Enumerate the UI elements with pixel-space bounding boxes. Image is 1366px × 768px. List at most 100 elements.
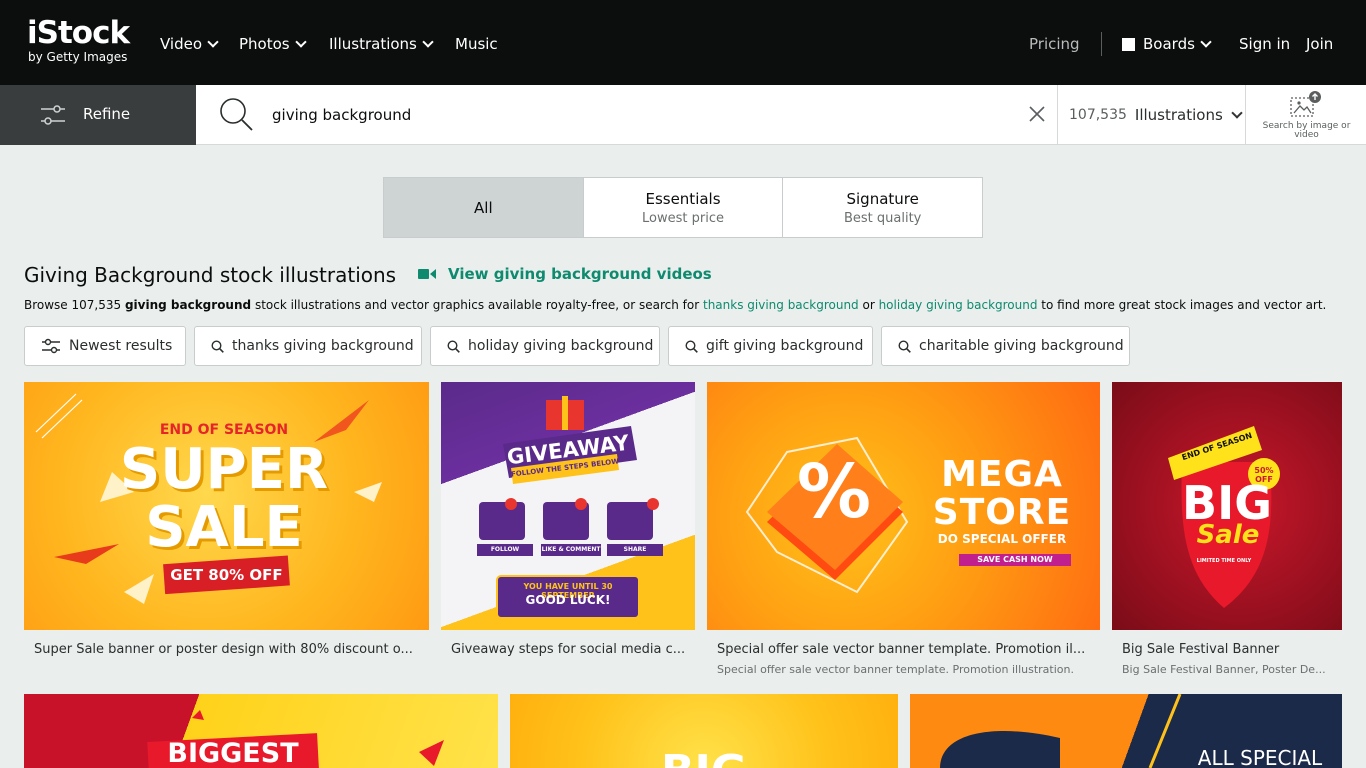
nav-divider bbox=[1101, 32, 1102, 56]
tab-all[interactable]: All bbox=[384, 178, 584, 237]
sort-sliders-icon bbox=[42, 338, 60, 354]
thumbnail-text: FOLLOW bbox=[490, 546, 520, 553]
thumbnail-text: SAVE CASH NOW bbox=[977, 555, 1053, 564]
nav-music-label: Music bbox=[455, 35, 498, 53]
refine-label: Refine bbox=[83, 105, 131, 123]
result-card[interactable]: BIGGEST bbox=[24, 694, 498, 768]
page-title: Giving Background stock illustrations bbox=[24, 263, 397, 287]
thumbnail-text: END OF SEASON bbox=[159, 422, 289, 438]
description-prefix: Browse 107,535 bbox=[24, 298, 125, 312]
boards-icon bbox=[1122, 37, 1135, 51]
thumbnail-text: DO SPECIAL OFFER bbox=[937, 532, 1067, 546]
nav-boards-label: Boards bbox=[1143, 35, 1195, 53]
related-search-link-holiday[interactable]: holiday giving background bbox=[879, 298, 1038, 312]
nav-photos[interactable]: Photos bbox=[239, 33, 307, 55]
thumbnail-text: BIG bbox=[604, 746, 804, 768]
result-caption: Super Sale banner or poster design with … bbox=[34, 642, 413, 657]
sign-in-link[interactable]: Sign in bbox=[1239, 33, 1290, 55]
search-icon bbox=[447, 339, 460, 353]
thumbnail-text: BIGGEST bbox=[167, 738, 299, 768]
search-by-image-label: Search by image or video bbox=[1262, 121, 1351, 140]
result-subcaption: Big Sale Festival Banner, Poster De... bbox=[1122, 663, 1326, 676]
result-caption: Giveaway steps for social media c... bbox=[451, 642, 686, 657]
search-icon bbox=[220, 98, 253, 131]
related-search-chip[interactable]: thanks giving background bbox=[194, 326, 422, 366]
result-thumbnail[interactable]: % MEGA STORE DO SPECIAL OFFER SAVE CASH … bbox=[707, 382, 1100, 630]
search-input[interactable] bbox=[272, 103, 1012, 127]
thumbnail-text: SHARE bbox=[623, 546, 647, 553]
result-card[interactable]: % MEGA STORE DO SPECIAL OFFER SAVE CASH … bbox=[707, 382, 1100, 682]
thumbnail-text: SUPER bbox=[119, 437, 329, 502]
view-videos-link[interactable]: View giving background videos bbox=[418, 265, 712, 283]
result-thumbnail[interactable]: GIVEAWAY FOLLOW THE STEPS BELOW FOLLOW L… bbox=[441, 382, 695, 630]
search-icon bbox=[685, 339, 698, 353]
search-by-image-button[interactable]: Search by image or video bbox=[1245, 85, 1366, 145]
chip-label: holiday giving background bbox=[468, 338, 654, 354]
tab-signature[interactable]: Signature Best quality bbox=[783, 178, 982, 237]
thumbnail-text: % bbox=[796, 449, 872, 535]
result-card[interactable]: END OF SEASON SUPER SALE GET 80% OFF Sup… bbox=[24, 382, 429, 682]
nav-video[interactable]: Video bbox=[160, 33, 219, 55]
chip-label: Newest results bbox=[69, 338, 173, 354]
chip-label: gift giving background bbox=[706, 338, 864, 354]
video-camera-icon bbox=[418, 269, 436, 279]
image-upload-icon bbox=[1290, 91, 1321, 117]
description-mid: stock illustrations and vector graphics … bbox=[251, 298, 703, 312]
description-or: or bbox=[858, 298, 879, 312]
result-subcaption: Special offer sale vector banner templat… bbox=[717, 663, 1074, 676]
result-thumbnail[interactable]: ALL SPECIAL bbox=[910, 694, 1342, 768]
related-search-chip[interactable]: gift giving background bbox=[668, 326, 873, 366]
chevron-down-icon bbox=[422, 36, 434, 48]
search-icon bbox=[898, 339, 911, 353]
thumbnail-text: LIMITED TIME ONLY bbox=[1196, 558, 1252, 564]
asset-type-dropdown[interactable]: 107,535 Illustrations bbox=[1057, 85, 1245, 145]
result-caption: Big Sale Festival Banner bbox=[1122, 642, 1280, 657]
result-count: 107,535 bbox=[1069, 107, 1127, 123]
filter-sliders-icon bbox=[41, 105, 65, 125]
chevron-down-icon bbox=[294, 36, 307, 48]
result-thumbnail[interactable]: BIGGEST bbox=[24, 694, 498, 768]
tab-signature-subtitle: Best quality bbox=[843, 210, 922, 226]
chevron-down-icon bbox=[207, 36, 219, 48]
nav-music[interactable]: Music bbox=[455, 33, 498, 55]
top-navigation-bar: iStock by Getty Images Video Photos Illu… bbox=[0, 0, 1366, 85]
view-videos-label: View giving background videos bbox=[448, 265, 712, 283]
result-card[interactable]: END OF SEASON 50% OFF BIG Sale LIMITED T… bbox=[1112, 382, 1342, 682]
istock-logo[interactable]: iStock by Getty Images bbox=[27, 16, 139, 68]
related-search-chip[interactable]: charitable giving background bbox=[881, 326, 1130, 366]
thumbnail-text: SALE bbox=[145, 495, 303, 560]
description-suffix: to find more great stock images and vect… bbox=[1037, 298, 1327, 312]
result-card[interactable]: BIG bbox=[510, 694, 898, 768]
chevron-down-icon bbox=[1231, 107, 1243, 119]
search-icon bbox=[211, 339, 224, 353]
description-term: giving background bbox=[124, 298, 252, 312]
newest-results-chip[interactable]: Newest results bbox=[24, 326, 186, 366]
tab-signature-title: Signature bbox=[846, 189, 919, 208]
logo-tagline: by Getty Images bbox=[28, 50, 128, 64]
tab-essentials[interactable]: Essentials Lowest price bbox=[584, 178, 784, 237]
result-card[interactable]: GIVEAWAY FOLLOW THE STEPS BELOW FOLLOW L… bbox=[441, 382, 695, 682]
result-caption: Special offer sale vector banner templat… bbox=[717, 642, 1086, 657]
chip-label: charitable giving background bbox=[919, 338, 1124, 354]
sign-in-label: Sign in bbox=[1239, 35, 1291, 53]
nav-boards[interactable]: Boards bbox=[1122, 33, 1212, 55]
chip-label: thanks giving background bbox=[232, 338, 414, 354]
tab-all-title: All bbox=[474, 198, 493, 217]
nav-pricing[interactable]: Pricing bbox=[1029, 33, 1080, 55]
result-thumbnail[interactable]: END OF SEASON 50% OFF BIG Sale LIMITED T… bbox=[1112, 382, 1342, 630]
result-thumbnail[interactable]: END OF SEASON SUPER SALE GET 80% OFF bbox=[24, 382, 429, 630]
thumbnail-text: GOOD LUCK! bbox=[525, 593, 611, 607]
nav-illustrations[interactable]: Illustrations bbox=[329, 33, 434, 55]
chevron-down-icon bbox=[1200, 36, 1212, 48]
related-search-link-thanks[interactable]: thanks giving background bbox=[703, 298, 859, 312]
result-card[interactable]: ALL SPECIAL bbox=[910, 694, 1342, 768]
search-bar: 107,535 Illustrations Search by image or… bbox=[196, 85, 1366, 145]
join-link[interactable]: Join bbox=[1306, 33, 1333, 55]
result-thumbnail[interactable]: BIG bbox=[510, 694, 898, 768]
nav-photos-label: Photos bbox=[239, 35, 290, 53]
results-description: Browse 107,535 giving background stock i… bbox=[24, 298, 1326, 312]
clear-search-icon[interactable] bbox=[1028, 105, 1046, 123]
tab-essentials-title: Essentials bbox=[645, 189, 721, 208]
refine-button[interactable]: Refine bbox=[0, 85, 196, 145]
related-search-chip[interactable]: holiday giving background bbox=[430, 326, 660, 366]
